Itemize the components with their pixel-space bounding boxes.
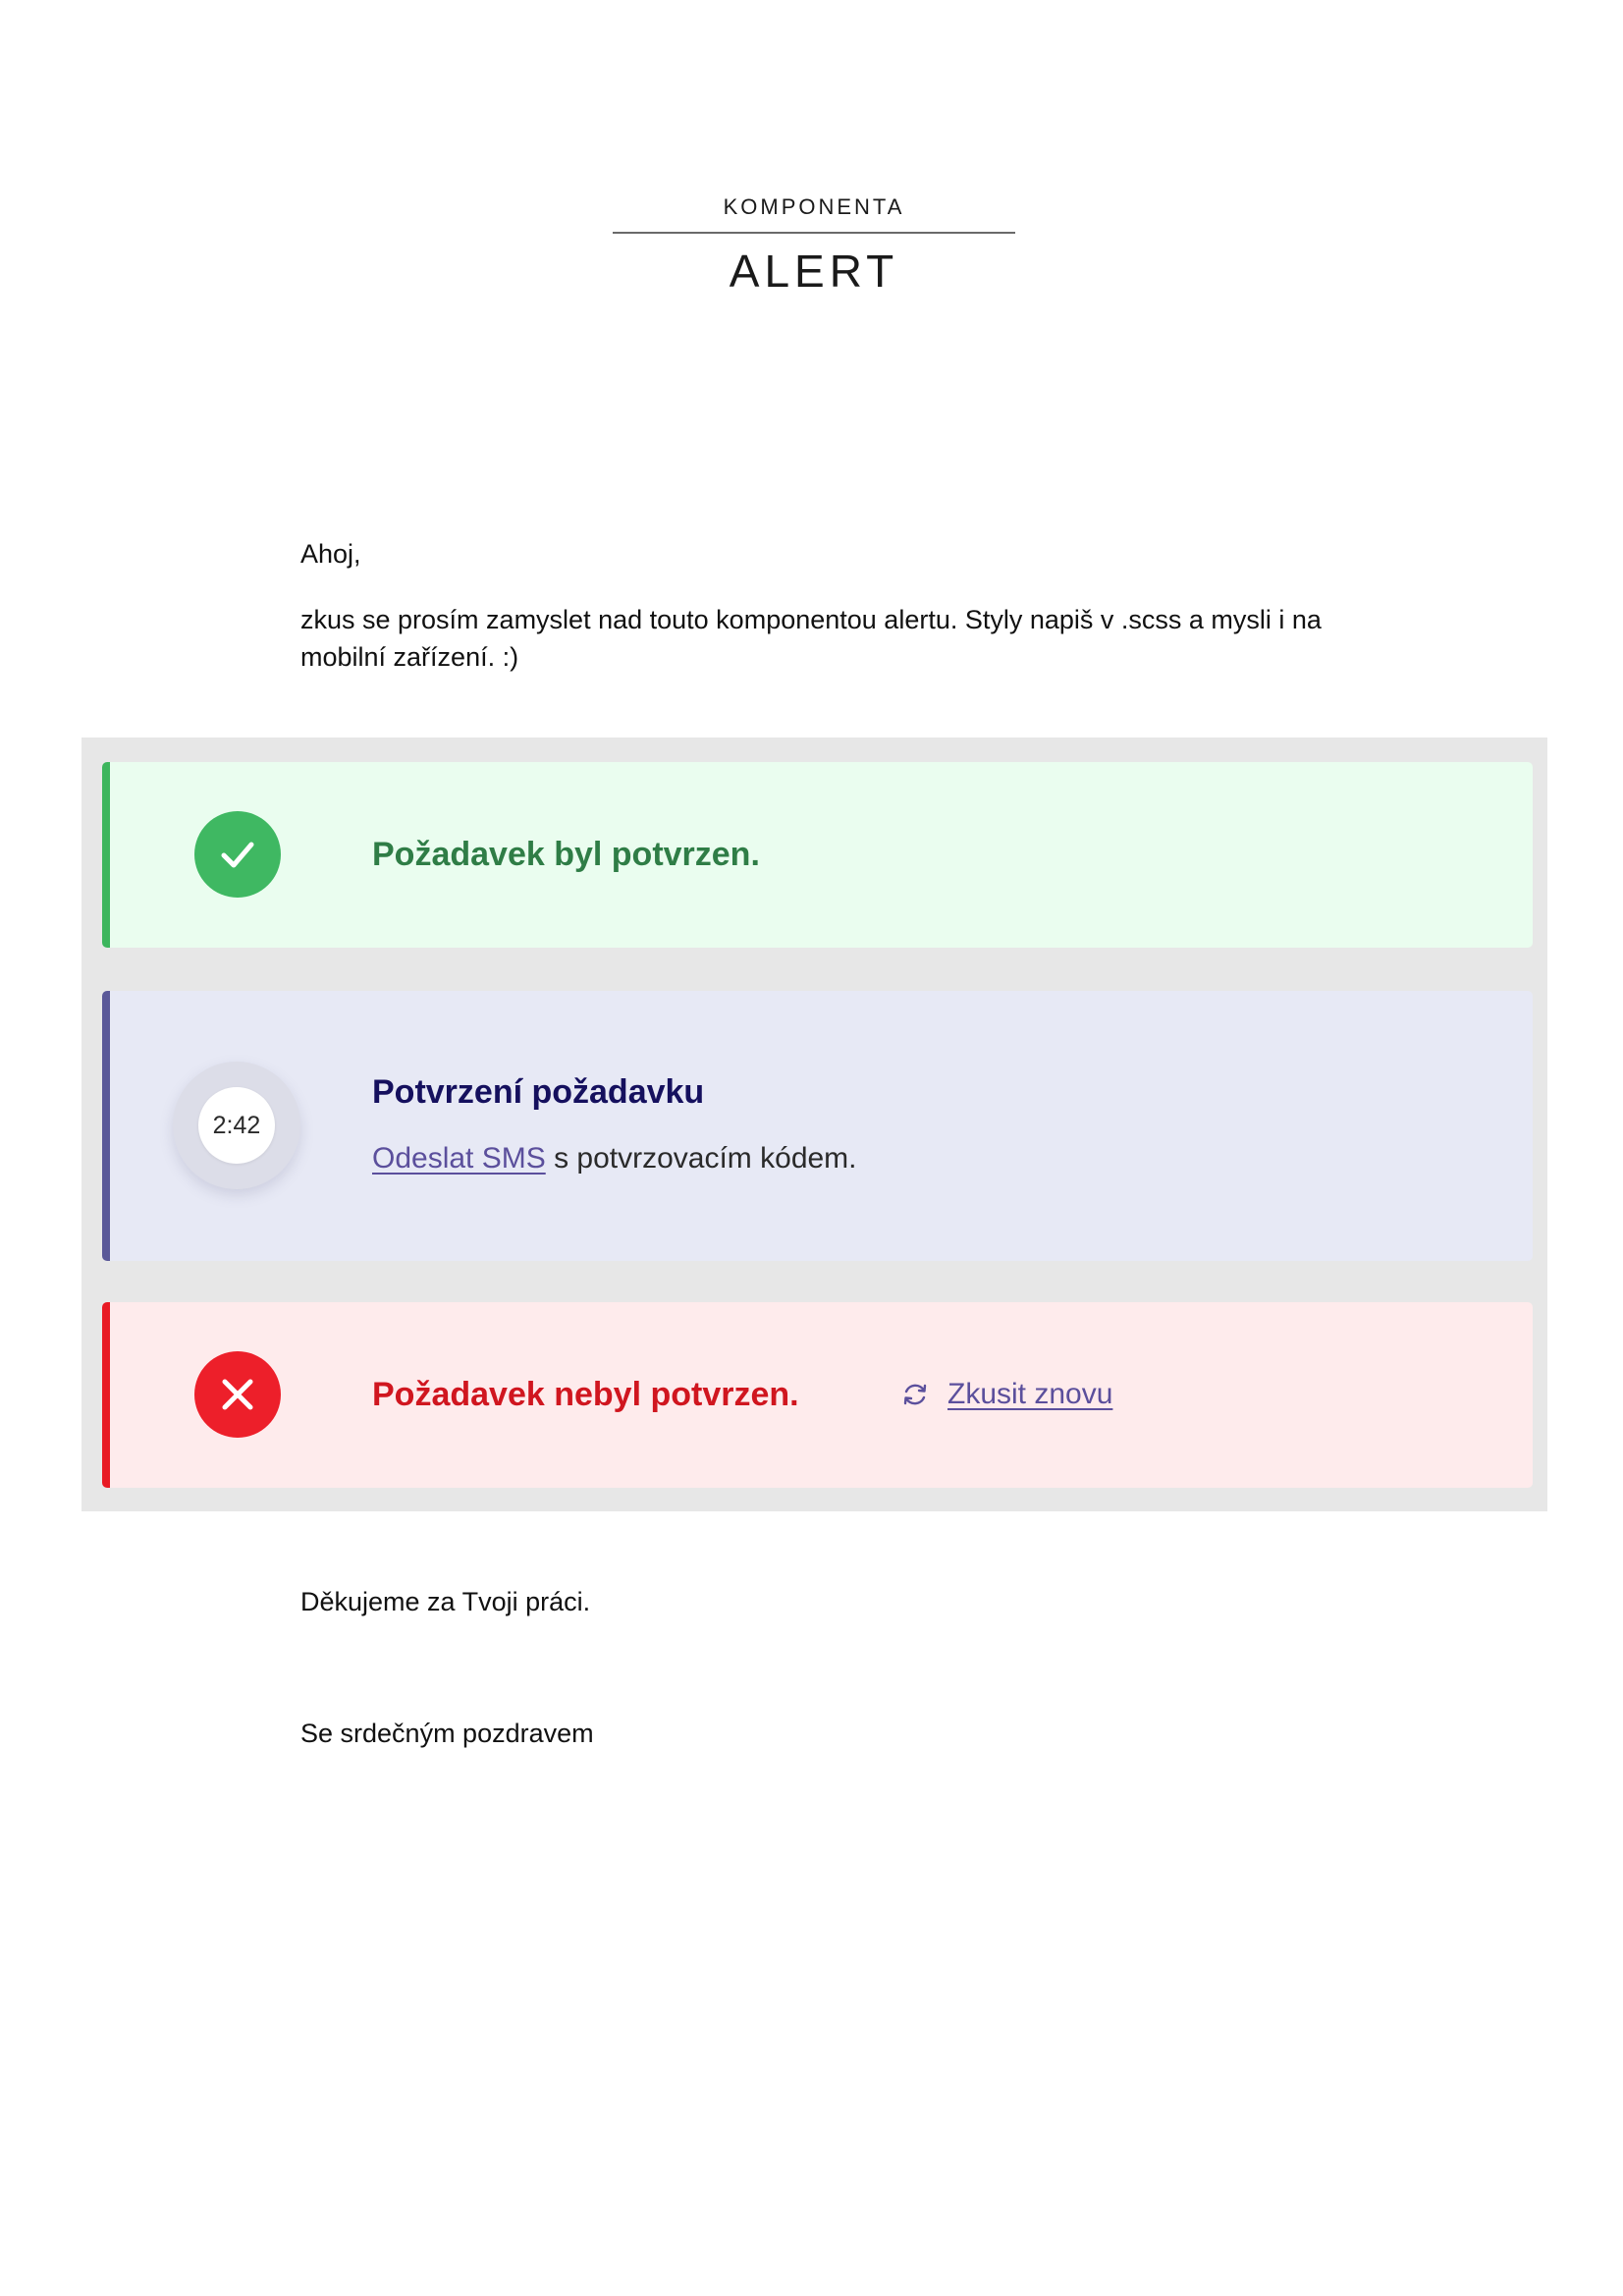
success-title: Požadavek byl potvrzen. (372, 836, 760, 873)
header-divider (613, 232, 1015, 234)
retry-link[interactable]: Zkusit znovu (947, 1378, 1112, 1411)
success-badge (194, 811, 281, 898)
alert-info: 2:42 Potvrzení požadavku Odeslat SMS s p… (102, 991, 1533, 1261)
header-kicker: KOMPONENTA (723, 194, 905, 219)
close-icon (222, 1379, 253, 1410)
page-title: ALERT (729, 246, 899, 297)
closing-text: Se srdečným pozdravem (300, 1719, 594, 1748)
refresh-icon (903, 1384, 927, 1405)
greeting-text: Ahoj, (300, 539, 361, 569)
document-header: KOMPONENTA ALERT (613, 192, 1015, 299)
timer-icon: 2:42 (173, 1062, 300, 1189)
info-description-text: s potvrzovacím kódem. (545, 1142, 857, 1175)
info-title: Potvrzení požadavku (372, 1073, 705, 1111)
check-icon (221, 842, 254, 868)
retry-button[interactable]: Zkusit znovu (900, 1375, 1112, 1414)
error-title: Požadavek nebyl potvrzen. (372, 1376, 799, 1413)
intro-paragraph: zkus se prosím zamyslet nad touto kompon… (300, 605, 1322, 672)
error-badge (194, 1351, 281, 1438)
info-description: Odeslat SMS s potvrzovacím kódem. (372, 1139, 857, 1178)
alert-success: Požadavek byl potvrzen. (102, 762, 1533, 948)
alert-showcase-panel: Požadavek byl potvrzen. 2:42 Potvrzení p… (81, 738, 1547, 1511)
countdown-timer: 2:42 (198, 1087, 275, 1164)
thanks-text: Děkujeme za Tvoji práci. (300, 1587, 591, 1616)
send-sms-link[interactable]: Odeslat SMS (372, 1142, 546, 1175)
alert-error: Požadavek nebyl potvrzen. Zkusit znovu (102, 1302, 1533, 1488)
